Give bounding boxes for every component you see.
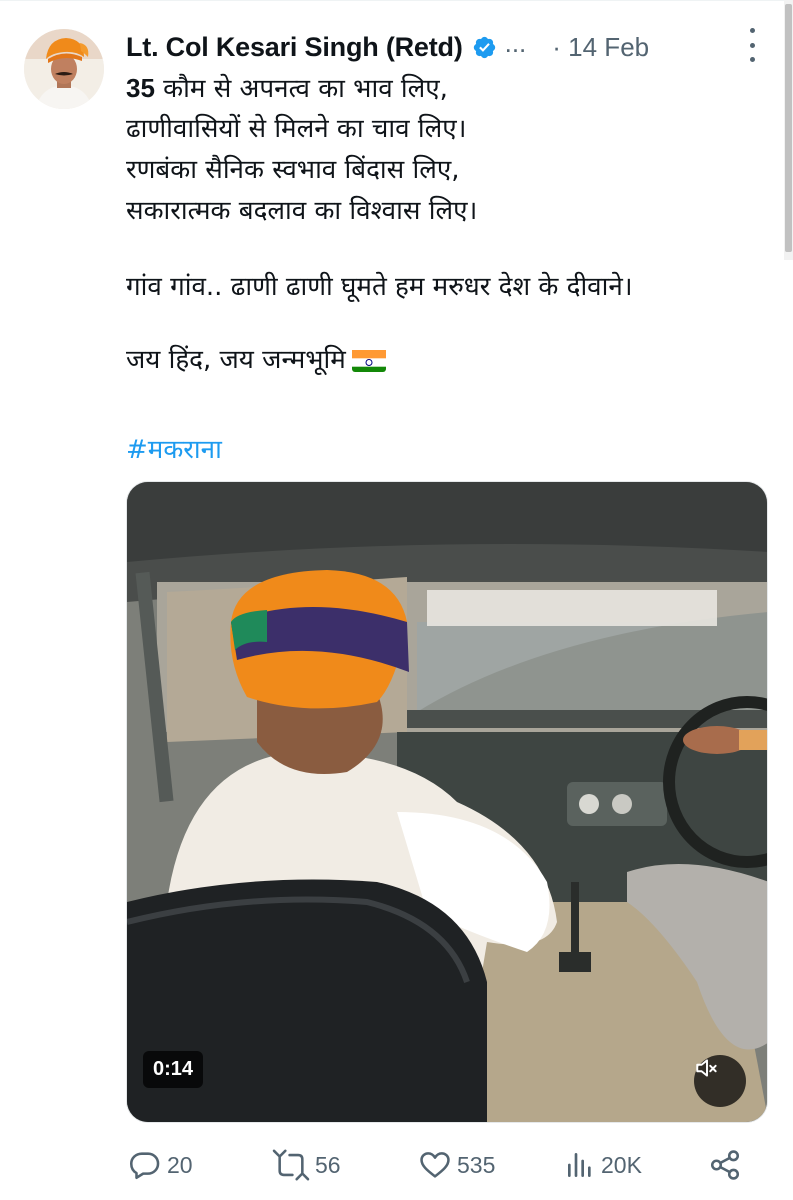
video-duration: 0:14 <box>143 1051 204 1088</box>
tweet-card[interactable]: Lt. Col Kesari Singh (Retd) ... · 14 Feb… <box>0 0 793 1200</box>
tweet-header: Lt. Col Kesari Singh (Retd) ... · 14 Feb <box>126 27 746 67</box>
divider <box>0 0 793 1</box>
tweet-actions: 20 56 535 20K <box>126 1145 766 1185</box>
author-name[interactable]: Lt. Col Kesari Singh (Retd) <box>126 32 463 63</box>
text-line-4: सकारात्मक बदलाव का विश्वास लिए। <box>126 196 478 226</box>
scrollbar-thumb[interactable] <box>785 4 792 252</box>
reply-count: 20 <box>167 1151 193 1178</box>
share-button[interactable] <box>708 1145 747 1185</box>
text-line-1-rest: कौम से अपनत्व का भाव लिए, <box>154 74 448 104</box>
muted-speaker-icon[interactable] <box>694 1055 746 1107</box>
views-icon <box>568 1153 591 1177</box>
more-options-icon[interactable] <box>742 28 762 62</box>
like-count: 535 <box>457 1151 496 1178</box>
hashtag-link[interactable]: #मकराना <box>126 430 222 466</box>
video-player[interactable]: 0:14 <box>126 481 768 1123</box>
text-number: 35 <box>126 73 155 103</box>
views-count: 20K <box>601 1151 642 1178</box>
text-line-6: जय हिंद, जय जन्मभूमि <box>126 340 766 381</box>
retweet-icon <box>272 1149 310 1181</box>
share-icon <box>710 1150 740 1180</box>
india-flag-icon <box>351 347 386 372</box>
views-button[interactable]: 20K <box>564 1145 642 1185</box>
verified-badge-icon[interactable] <box>472 35 497 60</box>
tweet-text: 35 कौम से अपनत्व का भाव लिए, ढाणीवासियों… <box>126 68 766 381</box>
text-line-3: रणबंका सैनिक स्वभाव बिंदास लिए, <box>126 155 460 185</box>
text-line-1: 35 कौम से अपनत्व का भाव लिए, <box>126 68 766 109</box>
video-frame <box>127 482 767 1122</box>
scrollbar[interactable] <box>784 0 793 260</box>
reply-icon <box>129 1152 160 1180</box>
handle-ellipsis: ... <box>504 27 527 58</box>
retweet-button[interactable]: 56 <box>272 1145 341 1185</box>
text-line-5: गांव गांव.. ढाणी ढाणी घूमते हम मरुधर देश… <box>126 272 633 302</box>
tweet-date[interactable]: · 14 Feb <box>552 32 649 63</box>
like-button[interactable]: 535 <box>418 1145 495 1185</box>
heart-icon <box>420 1152 450 1178</box>
retweet-count: 56 <box>315 1151 341 1178</box>
avatar[interactable] <box>24 29 104 109</box>
text-line-2: ढाणीवासियों से मिलने का चाव लिए। <box>126 114 467 144</box>
text-line-6-content: जय हिंद, जय जन्मभूमि <box>126 345 346 375</box>
reply-button[interactable]: 20 <box>128 1145 193 1185</box>
